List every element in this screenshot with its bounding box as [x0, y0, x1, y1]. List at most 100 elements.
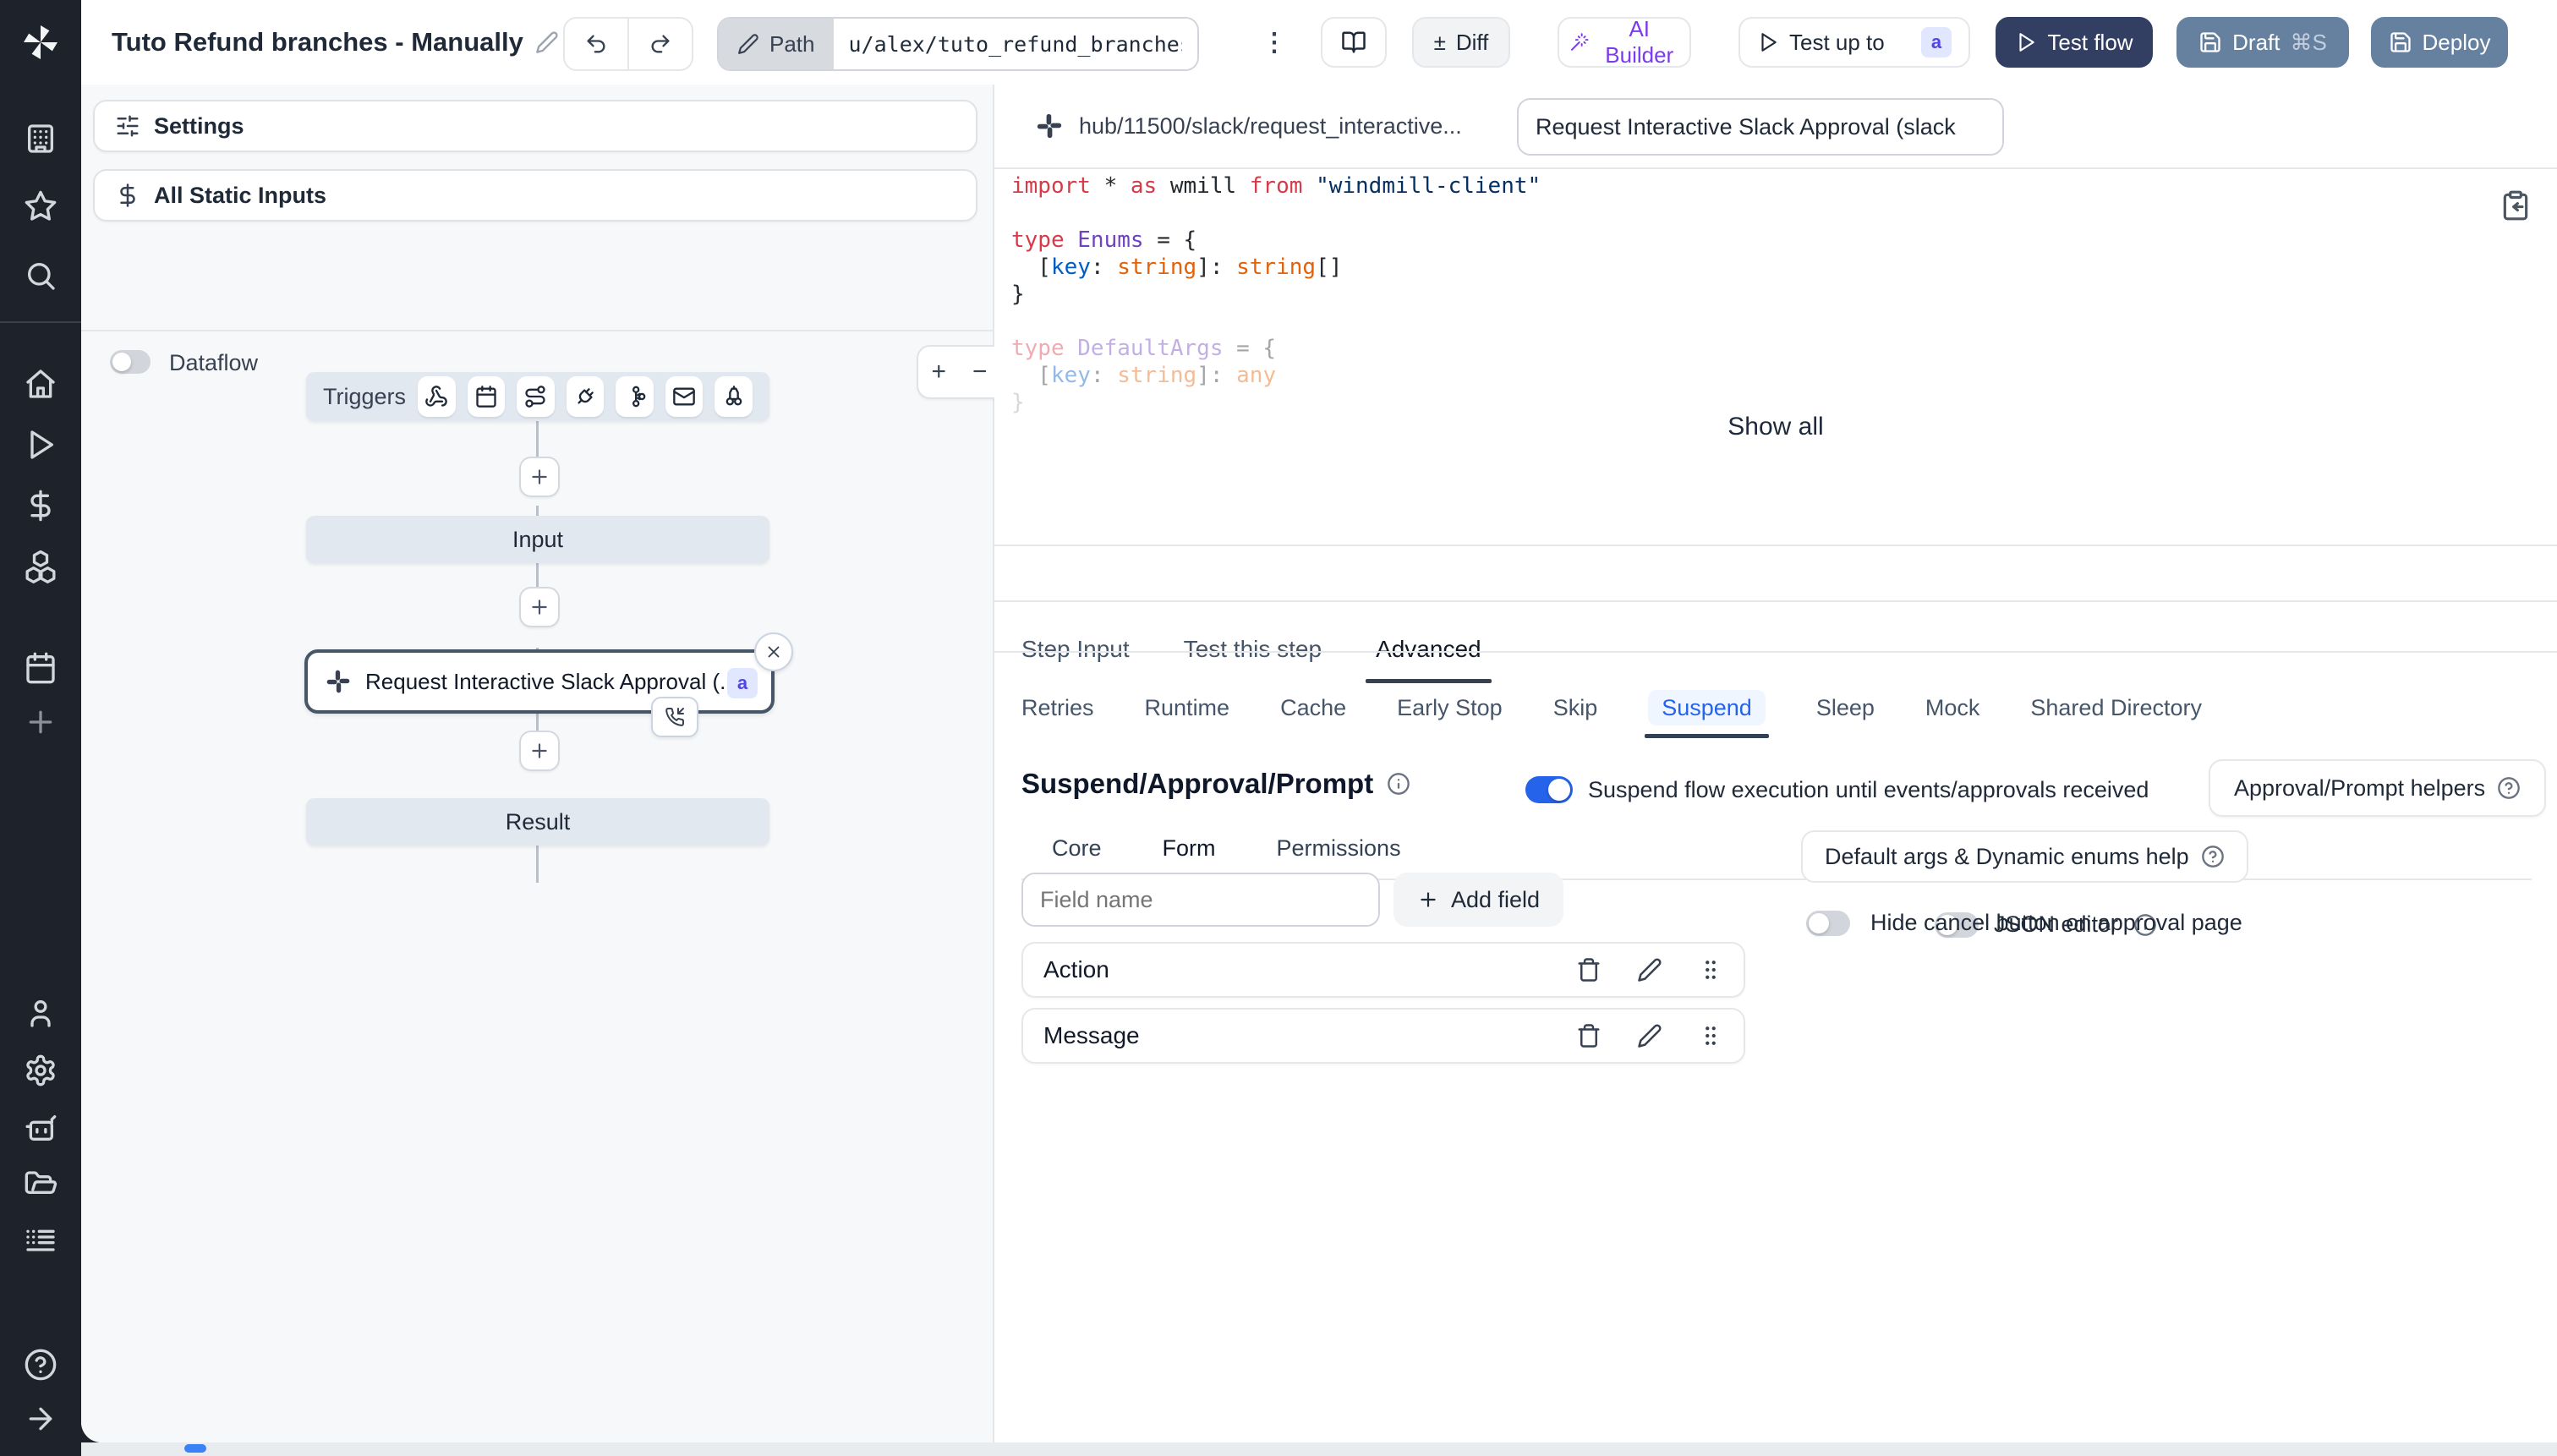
- more-options-kebab-icon[interactable]: ⋮: [1262, 0, 1287, 85]
- help-icon[interactable]: [24, 1348, 57, 1382]
- default-args-help-button[interactable]: Default args & Dynamic enums help: [1801, 830, 2248, 883]
- form-field-row[interactable]: Action: [1021, 942, 1745, 998]
- subtab-sleep[interactable]: Sleep: [1816, 695, 1875, 738]
- hide-cancel-toggle[interactable]: [1806, 910, 1850, 936]
- diff-button[interactable]: ± Diff: [1412, 17, 1510, 68]
- test-up-to-button[interactable]: Test up to a: [1738, 17, 1970, 68]
- deploy-button[interactable]: Deploy: [2371, 17, 2508, 68]
- add-field-button[interactable]: Add field: [1393, 873, 1564, 927]
- hub-script-path[interactable]: hub/11500/slack/request_interactive...: [1079, 113, 1462, 140]
- plus-minus-icon: ±: [1433, 29, 1446, 55]
- home-icon[interactable]: [24, 367, 57, 401]
- remove-step-x-icon[interactable]: [754, 632, 793, 671]
- add-step-button[interactable]: [519, 587, 560, 627]
- webhook-icon[interactable]: [418, 376, 456, 417]
- path-button[interactable]: Path: [719, 19, 834, 69]
- horizontal-scrollbar[interactable]: [184, 1444, 206, 1453]
- subtab-skip[interactable]: Skip: [1553, 695, 1598, 738]
- panel-divider: [81, 330, 994, 331]
- variables-dollar-icon[interactable]: [24, 489, 57, 523]
- suspend-toggle-row: Suspend flow execution until events/appr…: [1525, 768, 2149, 812]
- edit-field-pencil-icon[interactable]: [1637, 957, 1662, 983]
- field-name-input[interactable]: [1021, 873, 1380, 927]
- field-label: Action: [1043, 956, 1109, 983]
- workspace-icon[interactable]: [24, 122, 57, 156]
- favorites-star-icon[interactable]: [24, 189, 57, 223]
- clipboard-icon[interactable]: [2500, 189, 2532, 222]
- help-circle-icon: [2498, 777, 2520, 799]
- email-icon[interactable]: [665, 376, 704, 417]
- play-icon: [2019, 33, 2035, 52]
- redo-icon[interactable]: [629, 19, 692, 69]
- ai-builder-button[interactable]: AI Builder: [1558, 16, 1691, 68]
- subtab-early-stop[interactable]: Early Stop: [1397, 695, 1503, 738]
- folders-icon[interactable]: [24, 1169, 57, 1202]
- test-flow-button[interactable]: Test flow: [1996, 17, 2153, 68]
- path-label: Path: [769, 30, 815, 57]
- websocket-plug-icon[interactable]: [566, 376, 605, 417]
- resources-boxes-icon[interactable]: [24, 550, 57, 583]
- subtab-mock[interactable]: Mock: [1925, 695, 1980, 738]
- slack-approval-step-node[interactable]: Request Interactive Slack Approval (... …: [304, 649, 775, 714]
- form-field-row[interactable]: Message: [1021, 1008, 1745, 1064]
- dataflow-toggle[interactable]: [110, 350, 151, 374]
- approval-prompt-helpers-button[interactable]: Approval/Prompt helpers: [2209, 759, 2547, 817]
- suspend-toggle[interactable]: [1525, 776, 1573, 803]
- hide-cancel-label: Hide cancel button on approval page: [1870, 910, 2242, 935]
- step-name-input[interactable]: [1517, 98, 2004, 156]
- undo-icon[interactable]: [565, 19, 629, 69]
- docs-book-button[interactable]: [1321, 17, 1387, 68]
- all-static-inputs-button[interactable]: All Static Inputs: [93, 169, 977, 222]
- bottom-strip: [81, 1442, 2557, 1456]
- subtab-suspend[interactable]: Suspend: [1645, 690, 1769, 738]
- detail-list-icon[interactable]: [24, 1224, 57, 1258]
- path-input[interactable]: [833, 19, 1197, 69]
- topbar: Tuto Refund branches - Manually Path ⋮ ±…: [81, 0, 2557, 86]
- draft-button[interactable]: Draft ⌘S: [2176, 17, 2349, 68]
- settings-gear-icon[interactable]: [24, 1054, 57, 1087]
- edge-line: [536, 421, 539, 457]
- runs-play-icon[interactable]: [24, 428, 57, 462]
- schedules-calendar-icon[interactable]: [24, 651, 57, 685]
- http-route-icon[interactable]: [517, 376, 555, 417]
- ai-robot-icon[interactable]: [24, 1111, 57, 1145]
- add-plus-icon[interactable]: [24, 705, 57, 739]
- zoom-out-button[interactable]: −: [972, 358, 988, 386]
- add-step-button[interactable]: [519, 731, 560, 771]
- tab-advanced[interactable]: Advanced: [1366, 636, 1492, 683]
- subtab-runtime[interactable]: Runtime: [1145, 695, 1230, 738]
- subtab-retries[interactable]: Retries: [1021, 695, 1094, 738]
- settings-label: Settings: [154, 112, 244, 139]
- edit-field-pencil-icon[interactable]: [1637, 1023, 1662, 1048]
- kafka-icon[interactable]: [616, 376, 654, 417]
- suspend-phone-incoming-icon[interactable]: [651, 697, 698, 737]
- scheduled-poll-icon[interactable]: [715, 376, 753, 417]
- user-icon[interactable]: [24, 996, 57, 1030]
- delete-field-trash-icon[interactable]: [1576, 957, 1602, 983]
- zoom-in-button[interactable]: +: [931, 358, 946, 386]
- add-step-button[interactable]: [519, 457, 560, 497]
- expand-sidebar-arrow-icon[interactable]: [24, 1402, 57, 1436]
- result-node[interactable]: Result: [306, 798, 769, 846]
- code-block[interactable]: import * as wmill from "windmill-client"…: [1011, 172, 2533, 507]
- delete-field-trash-icon[interactable]: [1576, 1023, 1602, 1048]
- subtab-shared-directory[interactable]: Shared Directory: [2030, 695, 2202, 738]
- info-icon[interactable]: [1387, 772, 1410, 796]
- sliders-icon: [117, 115, 139, 137]
- schedule-calendar-icon[interactable]: [467, 376, 506, 417]
- edit-title-pencil-icon[interactable]: [535, 30, 559, 54]
- flow-title: Tuto Refund branches - Manually: [112, 27, 523, 57]
- show-all-button[interactable]: Show all: [994, 413, 2557, 441]
- draft-shortcut: ⌘S: [2290, 29, 2327, 55]
- step-detail-panel: hub/11500/slack/request_interactive... t…: [994, 85, 2557, 1442]
- all-static-inputs-label: All Static Inputs: [154, 182, 327, 208]
- drag-handle-grip-icon[interactable]: [1698, 957, 1723, 983]
- triggers-node[interactable]: Triggers: [306, 372, 769, 421]
- subtab-cache[interactable]: Cache: [1280, 695, 1346, 738]
- drag-handle-grip-icon[interactable]: [1698, 1023, 1723, 1048]
- tab-test-this-step[interactable]: Test this step: [1184, 636, 1322, 683]
- tab-step-input[interactable]: Step Input: [1021, 636, 1130, 683]
- search-icon[interactable]: [24, 259, 57, 293]
- input-node[interactable]: Input: [306, 516, 769, 563]
- flow-settings-button[interactable]: Settings: [93, 100, 977, 152]
